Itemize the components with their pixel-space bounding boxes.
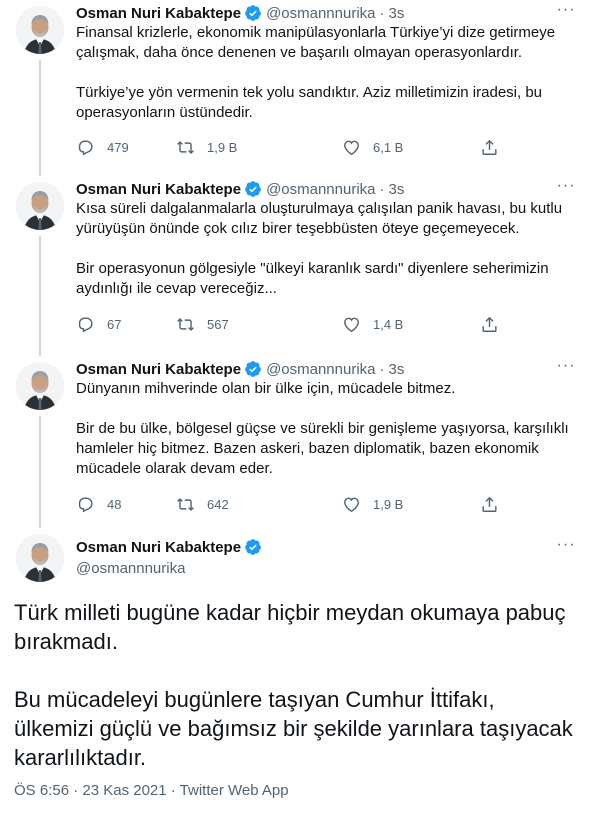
retweet-icon bbox=[176, 495, 195, 514]
avatar[interactable] bbox=[16, 362, 64, 410]
tweet-text: Dünyanın mihverinde olan bir ülke için, … bbox=[76, 379, 576, 479]
tweet-text: Finansal krizlerle, ekonomik manipülasyo… bbox=[76, 23, 576, 123]
tweet-3[interactable]: Osman Nuri Kabaktepe @osmannnurika · 3s ··· D… bbox=[0, 356, 592, 528]
retweet-count: 1,9 B bbox=[207, 139, 238, 155]
heart-icon bbox=[342, 138, 361, 157]
retweet-button[interactable]: 642 bbox=[176, 494, 229, 514]
main-tweet: Osman Nuri Kabaktepe @osmannnurika ··· Türk… bbox=[0, 528, 592, 820]
share-icon bbox=[480, 315, 499, 334]
like-count: 1,9 B bbox=[373, 496, 404, 512]
author-handle[interactable]: @osmannnurika bbox=[266, 5, 375, 22]
tweet-paragraph: Türkiye’ye yön vermenin tek yolu sandıkt… bbox=[76, 84, 543, 121]
retweet-button[interactable]: 1,9 B bbox=[176, 137, 237, 157]
share-icon bbox=[480, 495, 499, 514]
author-name[interactable]: Osman Nuri Kabaktepe bbox=[76, 5, 241, 22]
tweet-time[interactable]: 3s bbox=[389, 361, 405, 378]
author-handle[interactable]: @osmannnurika bbox=[266, 181, 375, 198]
tweet-meta[interactable]: ÖS 6:56 · 23 Kas 2021 · Twitter Web App bbox=[14, 782, 289, 799]
avatar[interactable] bbox=[16, 6, 64, 54]
tweet-paragraph: Bu mücadeleyi bugünlere taşıyan Cumhur İ… bbox=[14, 687, 573, 770]
tweet-paragraph: Bir operasyonun gölgesiyle "ülkeyi karan… bbox=[76, 260, 549, 297]
like-count: 1,4 B bbox=[373, 316, 404, 332]
avatar[interactable] bbox=[16, 534, 64, 582]
tweet-header: Osman Nuri Kabaktepe @osmannnurika · 3s ··· bbox=[76, 178, 576, 199]
reply-button[interactable]: 479 bbox=[76, 137, 129, 157]
share-icon bbox=[480, 138, 499, 157]
reply-count: 48 bbox=[107, 496, 122, 512]
reply-icon bbox=[76, 315, 95, 334]
main-tweet-header: Osman Nuri Kabaktepe @osmannnurika bbox=[76, 538, 262, 577]
share-button[interactable] bbox=[480, 494, 499, 514]
more-icon[interactable]: ··· bbox=[556, 2, 576, 23]
more-icon[interactable]: ··· bbox=[556, 178, 576, 199]
separator-dot: · bbox=[379, 360, 385, 378]
main-tweet-text: Türk milleti bugüne kadar hiçbir meydan … bbox=[14, 598, 574, 772]
separator-dot: · bbox=[379, 4, 385, 22]
more-icon[interactable]: ··· bbox=[556, 358, 576, 379]
author-name[interactable]: Osman Nuri Kabaktepe bbox=[76, 181, 241, 198]
tweet-actions: 48 642 1,9 B bbox=[76, 494, 516, 514]
verified-badge-icon bbox=[245, 539, 261, 555]
tweet-header: Osman Nuri Kabaktepe @osmannnurika · 3s ··· bbox=[76, 358, 576, 379]
reply-icon bbox=[76, 495, 95, 514]
author-name[interactable]: Osman Nuri Kabaktepe bbox=[76, 539, 241, 556]
author-handle[interactable]: @osmannnurika bbox=[76, 560, 262, 577]
retweet-icon bbox=[176, 315, 195, 334]
more-icon[interactable]: ··· bbox=[556, 537, 576, 558]
author-name[interactable]: Osman Nuri Kabaktepe bbox=[76, 361, 241, 378]
like-button[interactable]: 1,9 B bbox=[342, 494, 403, 514]
tweet-paragraph: Finansal krizlerle, ekonomik manipülasyo… bbox=[76, 24, 556, 61]
verified-badge-icon bbox=[245, 5, 261, 21]
like-button[interactable]: 1,4 B bbox=[342, 314, 403, 334]
thread-line bbox=[39, 60, 41, 176]
reply-button[interactable]: 48 bbox=[76, 494, 121, 514]
tweet-actions: 67 567 1,4 B bbox=[76, 314, 516, 334]
tweet-time[interactable]: 3s bbox=[389, 5, 405, 22]
reply-count: 479 bbox=[107, 139, 129, 155]
tweet-paragraph: Türk milleti bugüne kadar hiçbir meydan … bbox=[14, 600, 566, 654]
thread-line bbox=[39, 416, 41, 528]
verified-badge-icon bbox=[245, 361, 261, 377]
tweet-paragraph: Bir de bu ülke, bölgesel güçse ve sürekl… bbox=[76, 420, 569, 477]
share-button[interactable] bbox=[480, 314, 499, 334]
author-handle[interactable]: @osmannnurika bbox=[266, 361, 375, 378]
retweet-count: 567 bbox=[207, 316, 229, 332]
tweet-paragraph: Kısa süreli dalgalanmalarla oluşturulmay… bbox=[76, 200, 563, 237]
thread-line bbox=[39, 236, 41, 356]
heart-icon bbox=[342, 495, 361, 514]
reply-count: 67 bbox=[107, 316, 122, 332]
tweet-time[interactable]: 3s bbox=[389, 181, 405, 198]
tweet-paragraph: Dünyanın mihverinde olan bir ülke için, … bbox=[76, 380, 456, 397]
avatar[interactable] bbox=[16, 182, 64, 230]
tweet-actions: 479 1,9 B 6,1 B bbox=[76, 137, 516, 157]
like-count: 6,1 B bbox=[373, 139, 404, 155]
share-button[interactable] bbox=[480, 137, 499, 157]
reply-button[interactable]: 67 bbox=[76, 314, 121, 334]
like-button[interactable]: 6,1 B bbox=[342, 137, 403, 157]
heart-icon bbox=[342, 315, 361, 334]
retweet-count: 642 bbox=[207, 496, 229, 512]
tweet-1[interactable]: Osman Nuri Kabaktepe @osmannnurika · 3s ··· F… bbox=[0, 0, 592, 176]
retweet-button[interactable]: 567 bbox=[176, 314, 229, 334]
tweet-text: Kısa süreli dalgalanmalarla oluşturulmay… bbox=[76, 199, 576, 299]
reply-icon bbox=[76, 138, 95, 157]
separator-dot: · bbox=[379, 180, 385, 198]
tweet-2[interactable]: Osman Nuri Kabaktepe @osmannnurika · 3s ··· K… bbox=[0, 176, 592, 356]
verified-badge-icon bbox=[245, 181, 261, 197]
retweet-icon bbox=[176, 138, 195, 157]
tweet-header: Osman Nuri Kabaktepe @osmannnurika · 3s ··· bbox=[76, 2, 576, 23]
